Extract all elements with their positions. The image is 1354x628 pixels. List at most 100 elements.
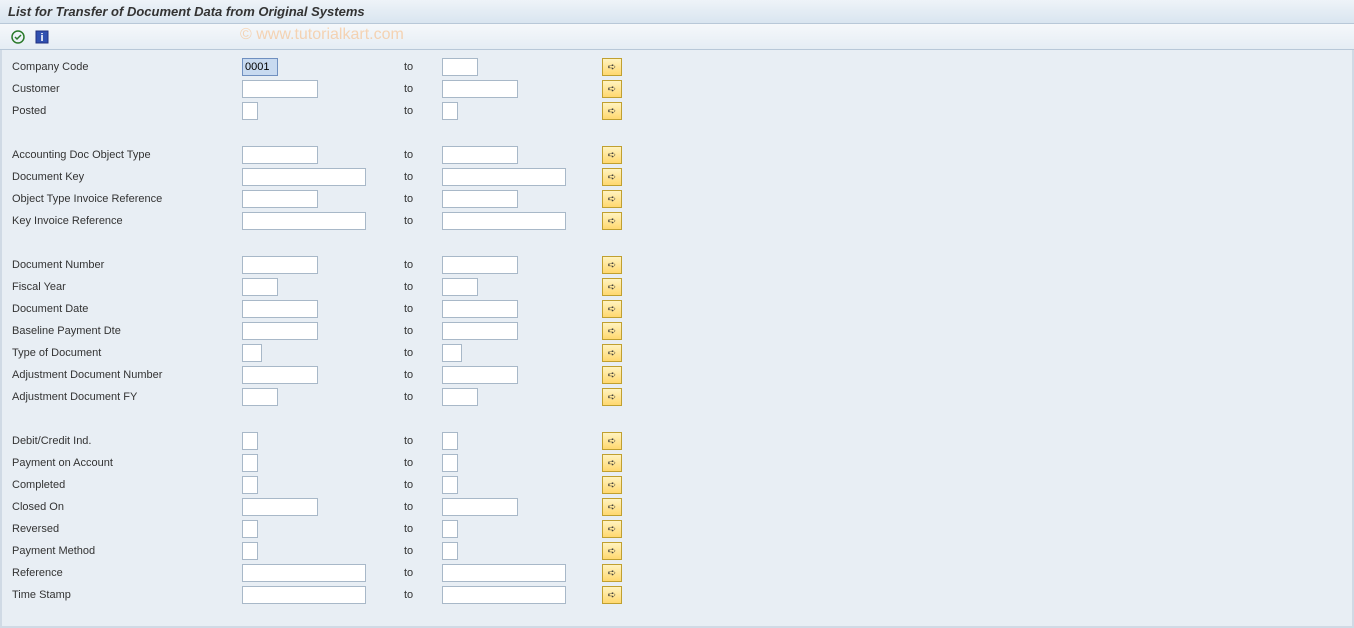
from-input[interactable] — [242, 454, 258, 472]
from-cell — [242, 432, 404, 450]
from-input[interactable] — [242, 212, 366, 230]
multiple-selection-button[interactable]: ➪ — [602, 168, 622, 186]
to-input[interactable] — [442, 432, 458, 450]
form-row: Company Codeto➪ — [2, 56, 1352, 78]
from-input[interactable] — [242, 146, 318, 164]
field-label: Closed On — [2, 501, 242, 513]
to-input[interactable] — [442, 388, 478, 406]
to-input[interactable] — [442, 278, 478, 296]
to-input[interactable] — [442, 80, 518, 98]
from-cell — [242, 256, 404, 274]
form-row: Closed Onto➪ — [2, 496, 1352, 518]
to-label: to — [404, 435, 442, 447]
from-cell — [242, 344, 404, 362]
multiple-selection-button[interactable]: ➪ — [602, 322, 622, 340]
multiple-selection-button[interactable]: ➪ — [602, 344, 622, 362]
to-input[interactable] — [442, 300, 518, 318]
to-input[interactable] — [442, 212, 566, 230]
from-input[interactable] — [242, 190, 318, 208]
multiple-selection-button[interactable]: ➪ — [602, 520, 622, 538]
from-input[interactable] — [242, 520, 258, 538]
arrow-right-icon: ➪ — [608, 348, 616, 359]
from-cell — [242, 366, 404, 384]
multiple-selection-button[interactable]: ➪ — [602, 542, 622, 560]
multiple-selection-button[interactable]: ➪ — [602, 586, 622, 604]
to-input[interactable] — [442, 322, 518, 340]
to-input[interactable] — [442, 498, 518, 516]
arrow-right-icon: ➪ — [608, 436, 616, 447]
from-input[interactable] — [242, 498, 318, 516]
field-label: Type of Document — [2, 347, 242, 359]
multiple-selection-button[interactable]: ➪ — [602, 388, 622, 406]
field-label: Payment on Account — [2, 457, 242, 469]
info-button[interactable]: i — [32, 27, 52, 47]
arrow-right-icon: ➪ — [608, 502, 616, 513]
to-cell — [442, 366, 602, 384]
from-input[interactable] — [242, 388, 278, 406]
to-input[interactable] — [442, 168, 566, 186]
to-input[interactable] — [442, 586, 566, 604]
from-input[interactable] — [242, 80, 318, 98]
to-input[interactable] — [442, 58, 478, 76]
from-input[interactable] — [242, 102, 258, 120]
to-input[interactable] — [442, 102, 458, 120]
to-input[interactable] — [442, 190, 518, 208]
to-input[interactable] — [442, 344, 462, 362]
multiple-selection-button[interactable]: ➪ — [602, 102, 622, 120]
multiple-selection-button[interactable]: ➪ — [602, 256, 622, 274]
arrow-right-icon: ➪ — [608, 590, 616, 601]
multiple-selection-button[interactable]: ➪ — [602, 58, 622, 76]
multiple-selection-button[interactable]: ➪ — [602, 190, 622, 208]
from-input[interactable] — [242, 300, 318, 318]
arrow-right-icon: ➪ — [608, 216, 616, 227]
to-label: to — [404, 325, 442, 337]
from-input[interactable] — [242, 58, 278, 76]
from-cell — [242, 58, 404, 76]
to-cell — [442, 190, 602, 208]
to-input[interactable] — [442, 366, 518, 384]
from-input[interactable] — [242, 366, 318, 384]
execute-button[interactable] — [8, 27, 28, 47]
form-row: Fiscal Yearto➪ — [2, 276, 1352, 298]
to-input[interactable] — [442, 146, 518, 164]
from-input[interactable] — [242, 432, 258, 450]
multiple-selection-button[interactable]: ➪ — [602, 564, 622, 582]
to-input[interactable] — [442, 542, 458, 560]
multiple-selection-button[interactable]: ➪ — [602, 432, 622, 450]
from-input[interactable] — [242, 542, 258, 560]
to-cell — [442, 256, 602, 274]
to-input[interactable] — [442, 454, 458, 472]
from-cell — [242, 212, 404, 230]
form-row: Completedto➪ — [2, 474, 1352, 496]
from-input[interactable] — [242, 586, 366, 604]
to-input[interactable] — [442, 520, 458, 538]
multiple-selection-button[interactable]: ➪ — [602, 278, 622, 296]
field-label: Reference — [2, 567, 242, 579]
multiple-selection-button[interactable]: ➪ — [602, 212, 622, 230]
to-cell — [442, 586, 602, 604]
multiple-selection-button[interactable]: ➪ — [602, 366, 622, 384]
from-input[interactable] — [242, 344, 262, 362]
from-input[interactable] — [242, 322, 318, 340]
field-label: Accounting Doc Object Type — [2, 149, 242, 161]
form-row: Baseline Payment Dteto➪ — [2, 320, 1352, 342]
from-input[interactable] — [242, 168, 366, 186]
multiple-selection-button[interactable]: ➪ — [602, 498, 622, 516]
from-input[interactable] — [242, 256, 318, 274]
to-input[interactable] — [442, 476, 458, 494]
from-input[interactable] — [242, 564, 366, 582]
form-section: Document Numberto➪Fiscal Yearto➪Document… — [2, 254, 1352, 408]
svg-text:i: i — [40, 32, 43, 44]
to-input[interactable] — [442, 256, 518, 274]
to-input[interactable] — [442, 564, 566, 582]
multiple-selection-button[interactable]: ➪ — [602, 454, 622, 472]
multiple-selection-button[interactable]: ➪ — [602, 300, 622, 318]
from-input[interactable] — [242, 278, 278, 296]
multiple-selection-button[interactable]: ➪ — [602, 146, 622, 164]
multiple-selection-button[interactable]: ➪ — [602, 476, 622, 494]
multiple-selection-button[interactable]: ➪ — [602, 80, 622, 98]
execute-icon — [10, 29, 26, 45]
from-input[interactable] — [242, 476, 258, 494]
to-cell — [442, 80, 602, 98]
to-label: to — [404, 281, 442, 293]
